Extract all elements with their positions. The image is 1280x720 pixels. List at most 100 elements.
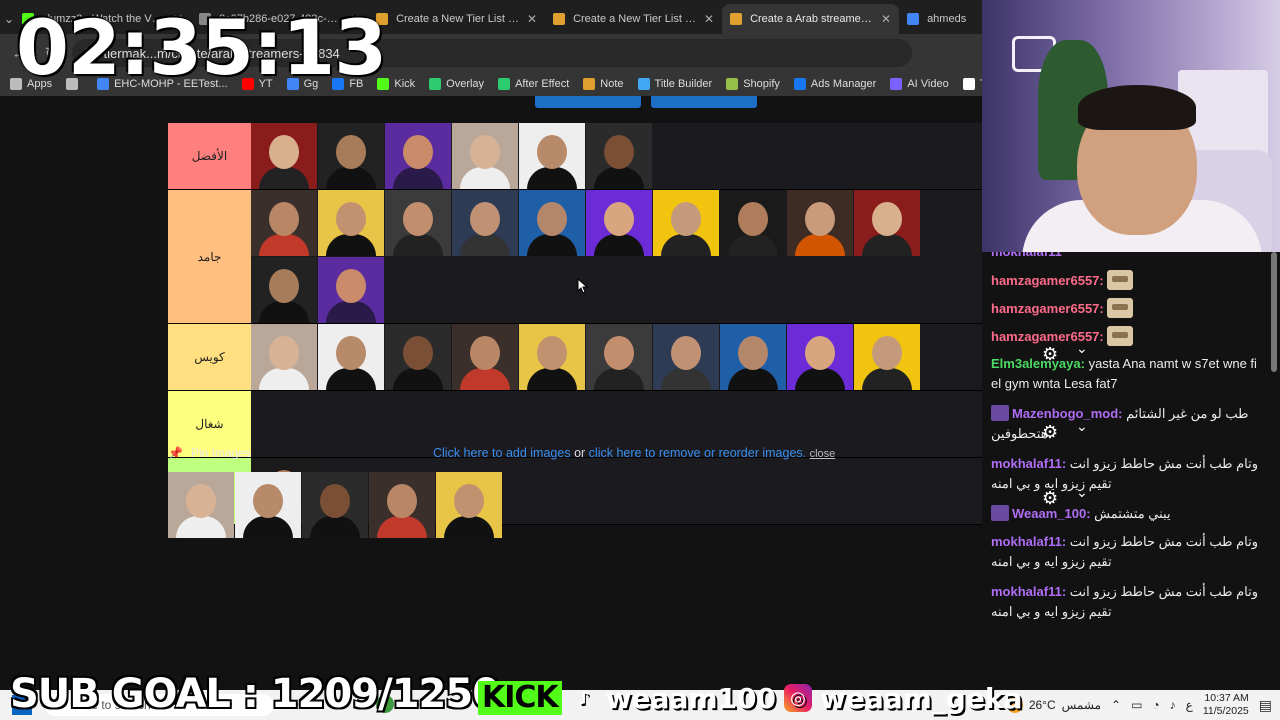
chat-message: Weaam_100: يبني متشتمش bbox=[991, 504, 1261, 524]
streamer-thumbnail[interactable] bbox=[854, 324, 920, 390]
streamer-thumbnail[interactable] bbox=[653, 324, 719, 390]
chat-username[interactable]: Mazenbogo_mod: bbox=[1012, 406, 1123, 421]
instagram-icon: ◎ bbox=[783, 684, 812, 712]
gear-icon[interactable]: ⚙ bbox=[1042, 488, 1058, 509]
close-tab-icon[interactable]: ✕ bbox=[881, 12, 891, 26]
streamer-thumbnail[interactable] bbox=[385, 324, 451, 390]
pinned-image[interactable] bbox=[302, 472, 368, 538]
bookmark-item[interactable]: Shopify bbox=[726, 78, 780, 90]
bookmark-label: Overlay bbox=[446, 78, 485, 90]
streamer-thumbnail[interactable] bbox=[586, 123, 652, 189]
streamer-thumbnail[interactable] bbox=[452, 123, 518, 189]
chat-message: mokhalaf11: وتام طب أنت مش حاطط زيزو انت… bbox=[991, 532, 1261, 572]
streamer-thumbnail[interactable] bbox=[318, 256, 384, 323]
streamer-thumbnail[interactable] bbox=[720, 190, 786, 256]
streamer-thumbnail[interactable] bbox=[519, 190, 585, 256]
bookmark-item[interactable]: Title Builder bbox=[637, 78, 712, 90]
streamer-thumbnail[interactable] bbox=[452, 190, 518, 256]
streamer-thumbnail[interactable] bbox=[519, 123, 585, 189]
streamer-thumbnail[interactable] bbox=[318, 123, 384, 189]
tier-items[interactable] bbox=[251, 123, 982, 189]
chat-username[interactable]: mokhalaf11: bbox=[991, 534, 1066, 549]
volume-icon[interactable]: ♪ bbox=[1170, 698, 1176, 712]
download-button[interactable] bbox=[535, 96, 641, 108]
pinned-image[interactable] bbox=[436, 472, 502, 538]
title-builder-icon bbox=[637, 78, 650, 90]
bookmark-item[interactable]: Note bbox=[583, 78, 624, 90]
chat-message: hamzagamer6557: bbox=[991, 270, 1261, 291]
bookmark-item[interactable]: Overlay bbox=[429, 78, 484, 90]
chat-scrollbar[interactable] bbox=[1270, 252, 1278, 682]
bookmark-item[interactable]: The Busin bbox=[962, 78, 982, 90]
tray-chevron-icon[interactable]: ⌃ bbox=[1111, 698, 1121, 712]
tier-label[interactable]: جامد bbox=[168, 190, 251, 323]
streamer-thumbnail[interactable] bbox=[318, 190, 384, 256]
bookmark-item[interactable]: Ads Manager bbox=[793, 78, 876, 90]
pinned-image[interactable] bbox=[235, 472, 301, 538]
tiktok-icon: ♪ bbox=[577, 687, 590, 709]
chevron-down-icon[interactable]: ⌄ bbox=[1076, 340, 1088, 357]
browser-tab[interactable]: Create a Arab streamers Ti ✕ bbox=[722, 4, 900, 34]
streamer-thumbnail[interactable] bbox=[720, 324, 786, 390]
chat-emote-icon bbox=[1106, 270, 1133, 290]
chat-username[interactable]: hamzagamer6557: bbox=[991, 273, 1104, 288]
close-tab-icon[interactable]: ✕ bbox=[527, 12, 537, 26]
streamer-thumbnail[interactable] bbox=[318, 324, 384, 390]
gear-icon[interactable]: ⚙ bbox=[1042, 344, 1058, 365]
gear-icon[interactable]: ⚙ bbox=[1042, 422, 1058, 443]
streamer-thumbnail[interactable] bbox=[251, 190, 317, 256]
notifications-icon[interactable]: ▤ bbox=[1259, 697, 1272, 714]
tier-items[interactable] bbox=[251, 190, 982, 323]
kick-handle: weaam100 bbox=[605, 681, 776, 715]
pinned-image[interactable] bbox=[168, 472, 234, 538]
bookmark-item[interactable]: AI Video bbox=[890, 78, 949, 90]
browser-tab[interactable]: Create a New Tier List - Tie ✕ bbox=[545, 4, 722, 34]
streamer-thumbnail[interactable] bbox=[251, 123, 317, 189]
note-icon bbox=[583, 78, 596, 90]
language-indicator[interactable]: ع bbox=[1186, 698, 1193, 712]
streamer-thumbnail[interactable] bbox=[251, 324, 317, 390]
streamer-thumbnail[interactable] bbox=[787, 190, 853, 256]
chevron-down-icon[interactable]: ⌄ bbox=[1076, 418, 1088, 435]
close-link[interactable]: close bbox=[810, 448, 836, 460]
network-icon[interactable]: ◔ bbox=[1152, 698, 1159, 712]
remove-images-link[interactable]: click here to remove or reorder images. bbox=[589, 446, 806, 460]
bookmark-item[interactable]: After Effect bbox=[498, 78, 569, 90]
chat-username[interactable]: mokhalaf11: bbox=[991, 456, 1066, 471]
streamer-thumbnail[interactable] bbox=[385, 190, 451, 256]
tier-list-table: الأفضلجامدكويسشغاليعتزل bbox=[168, 123, 982, 525]
close-tab-icon[interactable]: ✕ bbox=[704, 12, 714, 26]
battery-icon[interactable]: ▭ bbox=[1131, 698, 1142, 712]
tier-row: كويس bbox=[168, 324, 982, 391]
chat-username[interactable]: mokhalaf11: bbox=[991, 584, 1066, 599]
chat-username[interactable]: Elm3alemyaya: bbox=[991, 356, 1085, 371]
streamer-thumbnail[interactable] bbox=[787, 324, 853, 390]
tab-search-chevron-icon[interactable]: ⌄ bbox=[4, 4, 14, 34]
streamer-thumbnail[interactable] bbox=[452, 324, 518, 390]
streamer-thumbnail[interactable] bbox=[653, 190, 719, 256]
tier-label[interactable]: كويس bbox=[168, 324, 251, 390]
add-images-link[interactable]: Click here to add images bbox=[433, 446, 571, 460]
tiermaker-icon bbox=[730, 13, 743, 25]
chat-username[interactable]: hamzagamer6557: bbox=[991, 301, 1104, 316]
streamer-thumbnail[interactable] bbox=[586, 190, 652, 256]
chat-message: Elm3alemyaya: yasta Ana namt w s7et wne … bbox=[991, 354, 1261, 394]
pinned-image[interactable] bbox=[369, 472, 435, 538]
chat-username[interactable]: mokhalaf11 bbox=[991, 252, 1062, 259]
browser-tab[interactable]: Create a New Tier List - Tie ✕ bbox=[368, 4, 545, 34]
chevron-down-icon[interactable]: ⌄ bbox=[1076, 484, 1088, 501]
bookmark-label: After Effect bbox=[515, 78, 570, 90]
streamer-thumbnail[interactable] bbox=[519, 324, 585, 390]
streamer-thumbnail[interactable] bbox=[385, 123, 451, 189]
tiermaker-page: الأفضلجامدكويسشغاليعتزل bbox=[0, 96, 982, 690]
save-button[interactable] bbox=[651, 96, 757, 108]
shopify-icon bbox=[726, 78, 739, 90]
tier-label[interactable]: الأفضل bbox=[168, 123, 251, 189]
streamer-thumbnail[interactable] bbox=[586, 324, 652, 390]
clock[interactable]: 10:37 AM 11/5/2025 bbox=[1203, 692, 1249, 718]
tab-title: Create a New Tier List - Tie bbox=[573, 13, 696, 25]
bookmark-label: Kick bbox=[394, 78, 416, 90]
streamer-thumbnail[interactable] bbox=[854, 190, 920, 256]
tier-items[interactable] bbox=[251, 324, 982, 390]
streamer-thumbnail[interactable] bbox=[251, 256, 317, 323]
